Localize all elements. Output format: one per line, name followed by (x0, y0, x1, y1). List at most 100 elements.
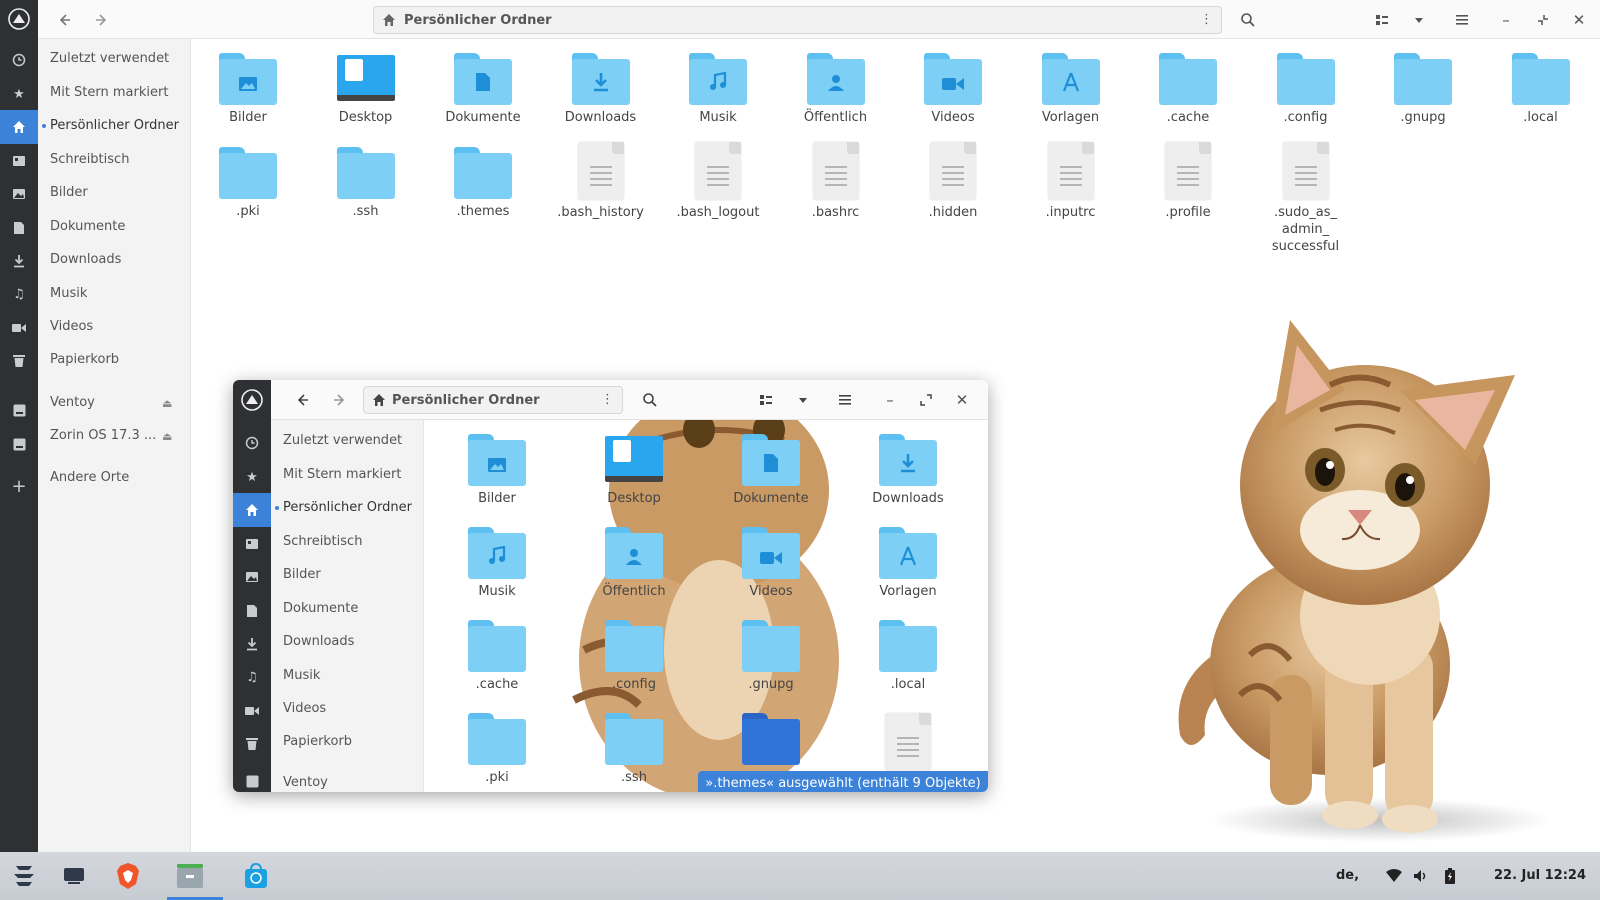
file-item-pki[interactable]: .pki (193, 147, 303, 220)
sidebar-item-desktop[interactable]: Schreibtisch (50, 152, 129, 172)
file-item-config[interactable]: .config (1251, 53, 1361, 126)
zorin-menu-button[interactable] (8, 860, 40, 892)
files-app-button[interactable] (174, 860, 206, 892)
minimize-button[interactable]: – (1492, 6, 1520, 34)
maximize-button[interactable] (912, 386, 940, 414)
file-item-gnupg[interactable]: .gnupg (716, 620, 826, 693)
sidebar-item-recent[interactable]: Zuletzt verwendet (50, 51, 169, 71)
file-item-vorlagen[interactable]: Vorlagen (1016, 53, 1126, 126)
clock[interactable]: 22. Jul 12:24 (1494, 868, 1586, 883)
file-item-musik[interactable]: Musik (663, 53, 773, 126)
trash-icon[interactable] (0, 344, 38, 378)
menu-button[interactable] (831, 386, 859, 414)
back-button[interactable] (50, 6, 78, 34)
close-button[interactable]: ✕ (948, 386, 976, 414)
view-options-button[interactable] (1405, 6, 1433, 34)
forward-button[interactable] (326, 386, 354, 414)
file-item-desktop[interactable]: Desktop (579, 434, 689, 507)
file-item-cache[interactable]: .cache (1133, 53, 1243, 126)
sidebar-item-downloads[interactable]: Downloads (283, 634, 354, 654)
sidebar-item-desktop[interactable]: Schreibtisch (283, 534, 362, 554)
forward-button[interactable] (88, 6, 116, 34)
download-icon[interactable] (233, 627, 271, 661)
file-item-dokumente[interactable]: Dokumente (716, 434, 826, 507)
drive-icon[interactable] (233, 764, 271, 792)
desktop-icon[interactable] (0, 144, 38, 178)
location-bar[interactable]: Persönlicher Ordner ⋮ (363, 386, 623, 414)
file-item-videos[interactable]: Videos (716, 527, 826, 600)
download-icon[interactable] (0, 244, 38, 278)
view-mode-button[interactable] (1368, 6, 1396, 34)
kebab-menu-icon[interactable]: ⋮ (601, 392, 614, 407)
document-icon[interactable] (233, 594, 271, 628)
view-options-button[interactable] (789, 386, 817, 414)
file-item-bilder[interactable]: Bilder (193, 53, 303, 126)
sidebar-item-recent[interactable]: Zuletzt verwendet (283, 433, 402, 453)
image-icon[interactable] (233, 560, 271, 594)
eject-icon[interactable]: ⏏ (162, 397, 172, 410)
file-item-inputrc[interactable]: .inputrc (1016, 142, 1126, 221)
menu-button[interactable] (1448, 6, 1476, 34)
location-bar[interactable]: Persönlicher Ordner ⋮ (373, 6, 1222, 34)
image-icon[interactable] (0, 177, 38, 211)
back-button[interactable] (288, 386, 316, 414)
file-item-dokumente[interactable]: Dokumente (428, 53, 538, 126)
restore-button[interactable] (1529, 6, 1557, 34)
file-item-musik[interactable]: Musik (442, 527, 552, 600)
sidebar-item-documents[interactable]: Dokumente (50, 219, 125, 239)
file-item-hidden[interactable]: .hidden (898, 142, 1008, 221)
file-item-videos[interactable]: Videos (898, 53, 1008, 126)
sidebar-item-ventoy[interactable]: Ventoy (50, 395, 95, 415)
file-item-ffentlich[interactable]: Öffentlich (781, 53, 891, 126)
home-icon[interactable] (233, 493, 271, 527)
search-button[interactable] (1234, 6, 1262, 34)
file-item-config[interactable]: .config (579, 620, 689, 693)
kebab-menu-icon[interactable]: ⋮ (1200, 12, 1213, 27)
file-item-downloads[interactable]: Downloads (853, 434, 963, 507)
file-item-local[interactable]: .local (853, 620, 963, 693)
eject-icon[interactable]: ⏏ (162, 430, 172, 443)
search-button[interactable] (636, 386, 664, 414)
software-store-button[interactable] (240, 860, 272, 892)
file-item-sudo-as-admin-successful[interactable]: .sudo_as_ admin_ successful (1251, 142, 1361, 255)
sidebar-item-other-locations[interactable]: Andere Orte (50, 470, 129, 490)
sidebar-item-starred[interactable]: Mit Stern markiert (283, 467, 401, 487)
close-button[interactable]: ✕ (1565, 6, 1593, 34)
sidebar-item-music[interactable]: Musik (283, 668, 320, 688)
file-item-item[interactable] (716, 713, 826, 765)
plus-icon[interactable]: + (0, 469, 38, 503)
sidebar-item-downloads[interactable]: Downloads (50, 252, 121, 272)
file-item-desktop[interactable]: Desktop (311, 53, 421, 126)
file-item-downloads[interactable]: Downloads (546, 53, 656, 126)
file-item-bash-history[interactable]: .bash_history (546, 142, 656, 221)
file-item-cache[interactable]: .cache (442, 620, 552, 693)
sidebar-item-home[interactable]: Persönlicher Ordner (50, 118, 179, 138)
clock-icon[interactable] (0, 43, 38, 77)
battery-button[interactable] (1434, 860, 1466, 892)
sidebar-item-starred[interactable]: Mit Stern markiert (50, 85, 168, 105)
video-icon[interactable] (233, 694, 271, 728)
file-item-pki[interactable]: .pki (442, 713, 552, 786)
file-item-local[interactable]: .local (1486, 53, 1596, 126)
desktop-icon[interactable] (233, 527, 271, 561)
file-item-ssh[interactable]: .ssh (579, 713, 689, 786)
file-item-bashrc[interactable]: .bashrc (781, 142, 891, 221)
brave-browser-button[interactable] (112, 860, 144, 892)
sidebar-item-documents[interactable]: Dokumente (283, 601, 358, 621)
star-icon[interactable]: ★ (233, 460, 271, 494)
file-item-item[interactable] (853, 713, 963, 771)
music-icon[interactable]: ♫ (0, 277, 38, 311)
music-icon[interactable]: ♫ (233, 660, 271, 694)
drive-icon[interactable] (0, 427, 38, 461)
clock-icon[interactable] (233, 426, 271, 460)
volume-button[interactable] (1405, 860, 1437, 892)
sidebar-item-music[interactable]: Musik (50, 286, 87, 306)
drive-icon[interactable] (0, 393, 38, 427)
file-item-bilder[interactable]: Bilder (442, 434, 552, 507)
file-item-profile[interactable]: .profile (1133, 142, 1243, 221)
file-item-ffentlich[interactable]: Öffentlich (579, 527, 689, 600)
sidebar-item-trash[interactable]: Papierkorb (50, 352, 119, 372)
sidebar-item-ventoy[interactable]: Ventoy (283, 775, 328, 792)
keyboard-layout-indicator[interactable]: de, (1336, 868, 1359, 883)
video-icon[interactable] (0, 311, 38, 345)
